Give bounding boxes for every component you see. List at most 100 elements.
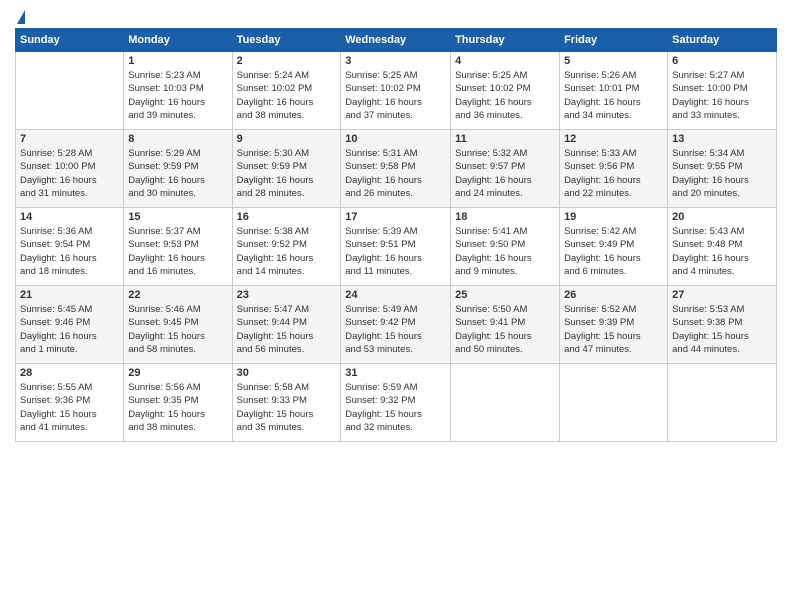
- calendar-cell: [560, 364, 668, 442]
- day-info: Sunrise: 5:50 AM Sunset: 9:41 PM Dayligh…: [455, 303, 555, 356]
- day-number: 28: [20, 367, 119, 379]
- day-info: Sunrise: 5:45 AM Sunset: 9:46 PM Dayligh…: [20, 303, 119, 356]
- day-number: 16: [237, 211, 337, 223]
- day-number: 5: [564, 55, 663, 67]
- calendar-cell: 28 Sunrise: 5:55 AM Sunset: 9:36 PM Dayli…: [16, 364, 124, 442]
- day-info: Sunrise: 5:28 AM Sunset: 10:00 PM Daylig…: [20, 147, 119, 200]
- day-number: 7: [20, 133, 119, 145]
- day-number: 3: [345, 55, 446, 67]
- day-number: 11: [455, 133, 555, 145]
- day-number: 2: [237, 55, 337, 67]
- day-number: 26: [564, 289, 663, 301]
- calendar-cell: 31 Sunrise: 5:59 AM Sunset: 9:32 PM Dayli…: [341, 364, 451, 442]
- day-info: Sunrise: 5:24 AM Sunset: 10:02 PM Daylig…: [237, 69, 337, 122]
- day-number: 6: [672, 55, 772, 67]
- calendar-day-header: Tuesday: [232, 29, 341, 52]
- calendar-cell: 11Sunrise: 5:32 AM Sunset: 9:57 PM Dayli…: [451, 130, 560, 208]
- day-info: Sunrise: 5:59 AM Sunset: 9:32 PM Dayligh…: [345, 381, 446, 434]
- calendar-cell: 18 Sunrise: 5:41 AM Sunset: 9:50 PM Dayli…: [451, 208, 560, 286]
- day-number: 24: [345, 289, 446, 301]
- logo-triangle-icon: [17, 10, 25, 24]
- day-number: 23: [237, 289, 337, 301]
- day-info: Sunrise: 5:26 AM Sunset: 10:01 PM Daylig…: [564, 69, 663, 122]
- calendar-table: SundayMondayTuesdayWednesdayThursdayFrid…: [15, 28, 777, 442]
- calendar-week-row: 14 Sunrise: 5:36 AM Sunset: 9:54 PM Dayli…: [16, 208, 777, 286]
- day-number: 9: [237, 133, 337, 145]
- day-info: Sunrise: 5:56 AM Sunset: 9:35 PM Dayligh…: [128, 381, 227, 434]
- day-number: 12: [564, 133, 663, 145]
- day-number: 30: [237, 367, 337, 379]
- calendar-cell: 5 Sunrise: 5:26 AM Sunset: 10:01 PM Dayli…: [560, 52, 668, 130]
- calendar-cell: 4Sunrise: 5:25 AM Sunset: 10:02 PM Dayli…: [451, 52, 560, 130]
- calendar-cell: 29 Sunrise: 5:56 AM Sunset: 9:35 PM Dayli…: [124, 364, 232, 442]
- day-info: Sunrise: 5:38 AM Sunset: 9:52 PM Dayligh…: [237, 225, 337, 278]
- calendar-cell: 19 Sunrise: 5:42 AM Sunset: 9:49 PM Dayli…: [560, 208, 668, 286]
- day-number: 4: [455, 55, 555, 67]
- day-info: Sunrise: 5:55 AM Sunset: 9:36 PM Dayligh…: [20, 381, 119, 434]
- page-container: SundayMondayTuesdayWednesdayThursdayFrid…: [0, 0, 792, 447]
- day-number: 21: [20, 289, 119, 301]
- calendar-cell: [451, 364, 560, 442]
- day-number: 10: [345, 133, 446, 145]
- day-info: Sunrise: 5:36 AM Sunset: 9:54 PM Dayligh…: [20, 225, 119, 278]
- calendar-week-row: 1 Sunrise: 5:23 AM Sunset: 10:03 PM Dayli…: [16, 52, 777, 130]
- calendar-cell: 14 Sunrise: 5:36 AM Sunset: 9:54 PM Dayli…: [16, 208, 124, 286]
- day-info: Sunrise: 5:42 AM Sunset: 9:49 PM Dayligh…: [564, 225, 663, 278]
- calendar-cell: 8 Sunrise: 5:29 AM Sunset: 9:59 PM Daylig…: [124, 130, 232, 208]
- day-info: Sunrise: 5:31 AM Sunset: 9:58 PM Dayligh…: [345, 147, 446, 200]
- calendar-day-header: Saturday: [668, 29, 777, 52]
- calendar-header-row: SundayMondayTuesdayWednesdayThursdayFrid…: [16, 29, 777, 52]
- day-number: 22: [128, 289, 227, 301]
- day-number: 1: [128, 55, 227, 67]
- calendar-cell: [16, 52, 124, 130]
- day-info: Sunrise: 5:37 AM Sunset: 9:53 PM Dayligh…: [128, 225, 227, 278]
- calendar-cell: 9Sunrise: 5:30 AM Sunset: 9:59 PM Daylig…: [232, 130, 341, 208]
- calendar-week-row: 21 Sunrise: 5:45 AM Sunset: 9:46 PM Dayli…: [16, 286, 777, 364]
- calendar-day-header: Wednesday: [341, 29, 451, 52]
- calendar-day-header: Friday: [560, 29, 668, 52]
- calendar-day-header: Monday: [124, 29, 232, 52]
- day-number: 13: [672, 133, 772, 145]
- calendar-cell: 20Sunrise: 5:43 AM Sunset: 9:48 PM Dayli…: [668, 208, 777, 286]
- day-info: Sunrise: 5:49 AM Sunset: 9:42 PM Dayligh…: [345, 303, 446, 356]
- day-info: Sunrise: 5:25 AM Sunset: 10:02 PM Daylig…: [345, 69, 446, 122]
- day-number: 17: [345, 211, 446, 223]
- day-info: Sunrise: 5:58 AM Sunset: 9:33 PM Dayligh…: [237, 381, 337, 434]
- day-info: Sunrise: 5:52 AM Sunset: 9:39 PM Dayligh…: [564, 303, 663, 356]
- calendar-cell: 10 Sunrise: 5:31 AM Sunset: 9:58 PM Dayli…: [341, 130, 451, 208]
- day-number: 18: [455, 211, 555, 223]
- day-number: 19: [564, 211, 663, 223]
- calendar-cell: 17Sunrise: 5:39 AM Sunset: 9:51 PM Dayli…: [341, 208, 451, 286]
- day-info: Sunrise: 5:46 AM Sunset: 9:45 PM Dayligh…: [128, 303, 227, 356]
- day-info: Sunrise: 5:33 AM Sunset: 9:56 PM Dayligh…: [564, 147, 663, 200]
- day-info: Sunrise: 5:27 AM Sunset: 10:00 PM Daylig…: [672, 69, 772, 122]
- day-number: 14: [20, 211, 119, 223]
- day-number: 25: [455, 289, 555, 301]
- day-info: Sunrise: 5:41 AM Sunset: 9:50 PM Dayligh…: [455, 225, 555, 278]
- calendar-cell: 15Sunrise: 5:37 AM Sunset: 9:53 PM Dayli…: [124, 208, 232, 286]
- calendar-cell: 1 Sunrise: 5:23 AM Sunset: 10:03 PM Dayli…: [124, 52, 232, 130]
- day-number: 8: [128, 133, 227, 145]
- calendar-cell: 13Sunrise: 5:34 AM Sunset: 9:55 PM Dayli…: [668, 130, 777, 208]
- logo: [15, 10, 25, 24]
- calendar-cell: 26 Sunrise: 5:52 AM Sunset: 9:39 PM Dayli…: [560, 286, 668, 364]
- day-info: Sunrise: 5:23 AM Sunset: 10:03 PM Daylig…: [128, 69, 227, 122]
- calendar-cell: 27Sunrise: 5:53 AM Sunset: 9:38 PM Dayli…: [668, 286, 777, 364]
- day-number: 29: [128, 367, 227, 379]
- day-number: 27: [672, 289, 772, 301]
- header: [15, 10, 777, 24]
- calendar-day-header: Thursday: [451, 29, 560, 52]
- calendar-cell: 7 Sunrise: 5:28 AM Sunset: 10:00 PM Dayli…: [16, 130, 124, 208]
- calendar-cell: 12 Sunrise: 5:33 AM Sunset: 9:56 PM Dayli…: [560, 130, 668, 208]
- calendar-week-row: 7 Sunrise: 5:28 AM Sunset: 10:00 PM Dayli…: [16, 130, 777, 208]
- calendar-cell: 2 Sunrise: 5:24 AM Sunset: 10:02 PM Dayli…: [232, 52, 341, 130]
- calendar-cell: 23Sunrise: 5:47 AM Sunset: 9:44 PM Dayli…: [232, 286, 341, 364]
- calendar-cell: 6 Sunrise: 5:27 AM Sunset: 10:00 PM Dayli…: [668, 52, 777, 130]
- calendar-cell: 16 Sunrise: 5:38 AM Sunset: 9:52 PM Dayli…: [232, 208, 341, 286]
- calendar-week-row: 28 Sunrise: 5:55 AM Sunset: 9:36 PM Dayli…: [16, 364, 777, 442]
- calendar-cell: [668, 364, 777, 442]
- calendar-cell: 24 Sunrise: 5:49 AM Sunset: 9:42 PM Dayli…: [341, 286, 451, 364]
- day-number: 31: [345, 367, 446, 379]
- calendar-cell: 30 Sunrise: 5:58 AM Sunset: 9:33 PM Dayli…: [232, 364, 341, 442]
- day-info: Sunrise: 5:29 AM Sunset: 9:59 PM Dayligh…: [128, 147, 227, 200]
